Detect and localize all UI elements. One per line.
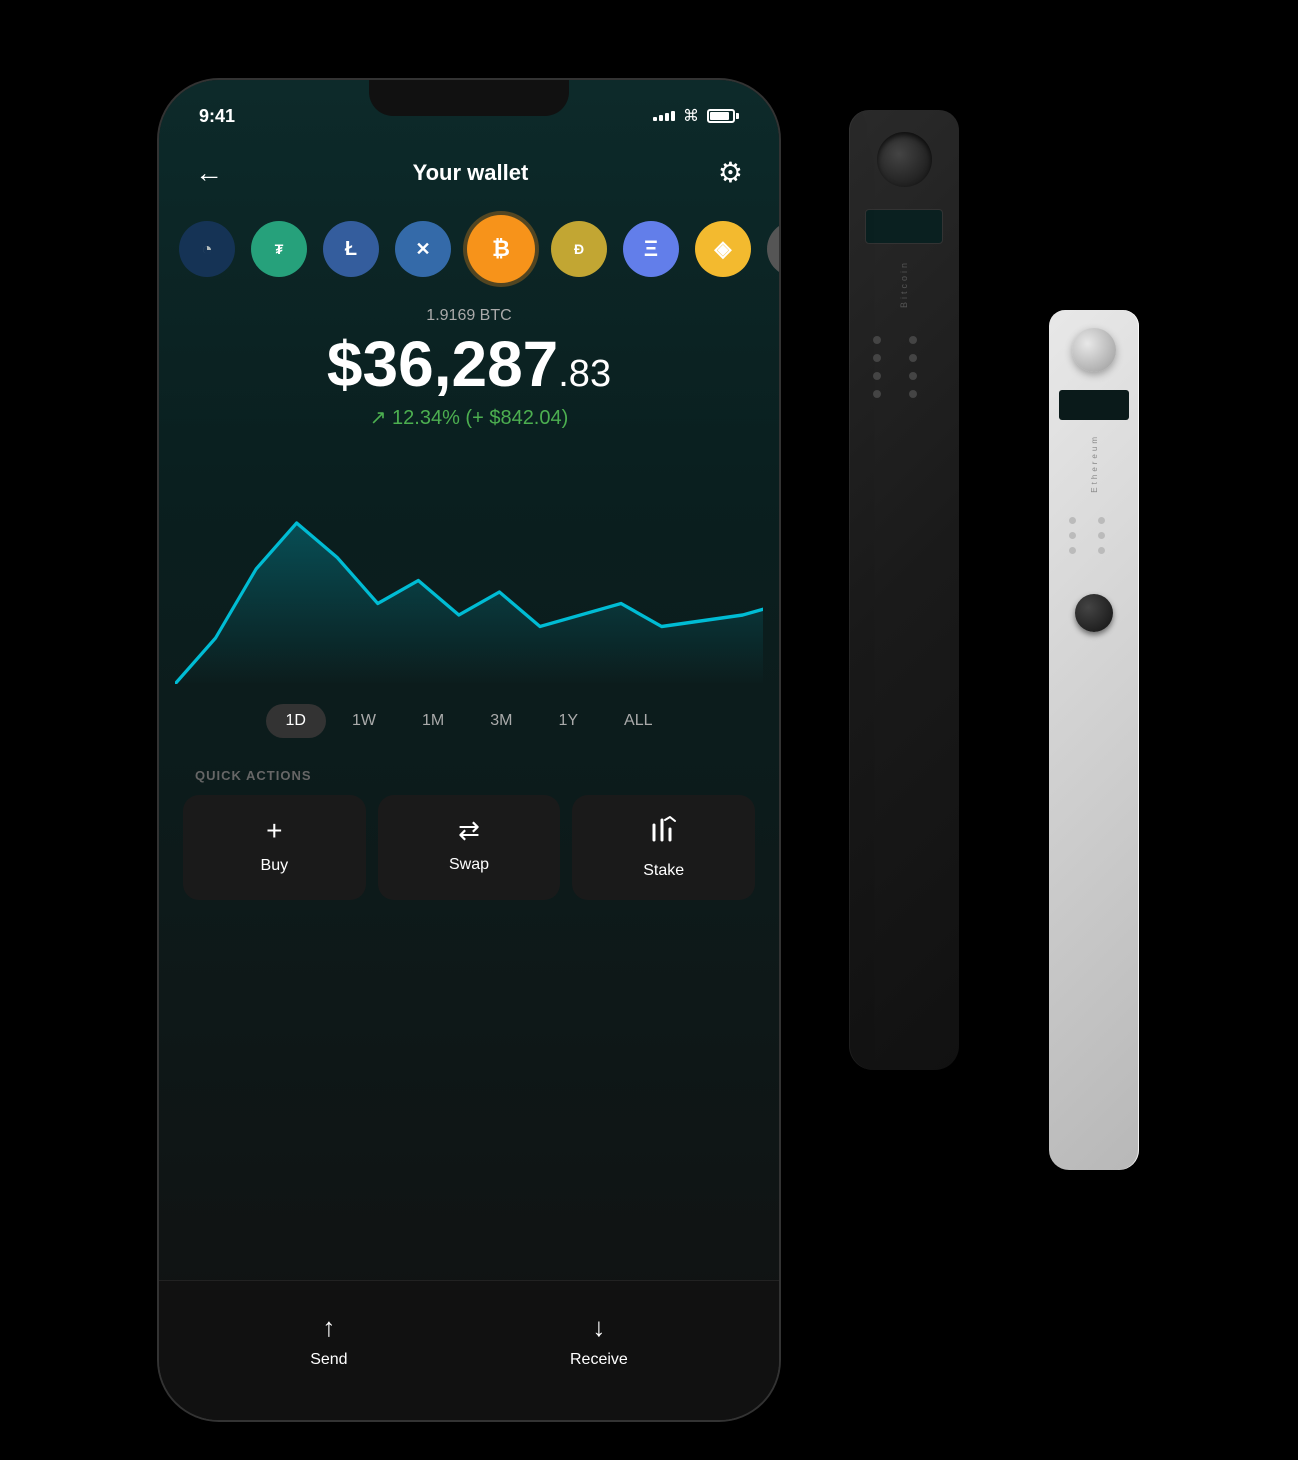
signal-bars-icon — [653, 111, 675, 121]
balance-usd: $36,287.83 — [179, 329, 759, 399]
filter-1m[interactable]: 1M — [402, 704, 464, 738]
coin-bitcoin-selected[interactable]: ₿ — [467, 215, 535, 283]
swap-label: Swap — [449, 856, 489, 874]
coin-dogecoin[interactable]: Ð — [551, 221, 607, 277]
quick-actions-grid: + Buy ⇄ Swap Sta — [159, 795, 779, 900]
filter-all[interactable]: ALL — [604, 704, 672, 738]
filter-1d[interactable]: 1D — [266, 704, 326, 738]
nano-s-bottom-button — [1075, 594, 1113, 632]
nano-s-screen — [1059, 390, 1129, 420]
coin-bnb[interactable]: ◈ — [695, 221, 751, 277]
nano-x-top-button — [877, 132, 932, 187]
stake-icon — [649, 815, 679, 852]
coin-partial-left[interactable]: ◔ — [179, 221, 235, 277]
coin-tether[interactable]: ₮ — [251, 221, 307, 277]
battery-icon — [707, 109, 739, 123]
nano-s-label: Ethereum — [1090, 434, 1099, 493]
status-time: 9:41 — [199, 106, 235, 127]
bottom-bar: ↑ Send ↓ Receive — [159, 1280, 779, 1420]
settings-icon[interactable]: ⚙ — [718, 156, 743, 189]
phone-device: 9:41 ⌘ — [159, 80, 779, 1420]
receive-label: Receive — [570, 1351, 628, 1369]
status-icons: ⌘ — [653, 106, 739, 126]
receive-icon: ↓ — [592, 1312, 605, 1343]
buy-label: Buy — [261, 857, 289, 875]
price-chart — [159, 434, 779, 694]
page-title: Your wallet — [413, 160, 529, 186]
send-icon: ↑ — [322, 1312, 335, 1343]
coin-algo[interactable]: A — [767, 221, 779, 277]
wifi-icon: ⌘ — [683, 106, 699, 126]
time-filters: 1D 1W 1M 3M 1Y ALL — [159, 694, 779, 748]
buy-button[interactable]: + Buy — [183, 795, 366, 900]
screen: 9:41 ⌘ — [159, 80, 779, 1420]
back-button[interactable]: ← — [195, 157, 223, 189]
coin-litecoin[interactable]: Ł — [323, 221, 379, 277]
send-label: Send — [310, 1351, 347, 1369]
buy-icon: + — [266, 815, 282, 847]
nano-x-label: Bitcoin — [899, 260, 909, 308]
ledger-nano-s: Ethereum — [1049, 310, 1139, 1170]
stake-label: Stake — [643, 862, 684, 880]
nano-s-dots — [1049, 507, 1139, 564]
stake-button[interactable]: Stake — [572, 795, 755, 900]
swap-button[interactable]: ⇄ Swap — [378, 795, 561, 900]
coin-xrp[interactable]: ✕ — [395, 221, 451, 277]
ledger-nano-x: Bitcoin — [849, 110, 959, 1070]
nano-x-screen — [865, 209, 943, 244]
swap-icon: ⇄ — [458, 815, 480, 846]
crypto-selector: ◔ ₮ Ł ✕ ₿ Ð Ξ ◈ A — [159, 199, 779, 299]
nano-s-top-button — [1072, 328, 1116, 372]
filter-1w[interactable]: 1W — [332, 704, 396, 738]
balance-section: 1.9169 BTC $36,287.83 ↗ 12.34% (+ $842.0… — [159, 299, 779, 434]
notch — [369, 80, 569, 116]
filter-3m[interactable]: 3M — [470, 704, 532, 738]
coin-ethereum[interactable]: Ξ — [623, 221, 679, 277]
filter-1y[interactable]: 1Y — [538, 704, 598, 738]
receive-button[interactable]: ↓ Receive — [570, 1312, 628, 1369]
btc-amount: 1.9169 BTC — [179, 307, 759, 325]
scene: 9:41 ⌘ — [99, 30, 1199, 1430]
nano-x-dots — [849, 324, 959, 410]
quick-actions-label: QUICK ACTIONS — [159, 748, 779, 795]
nav-bar: ← Your wallet ⚙ — [159, 146, 779, 199]
balance-change: ↗ 12.34% (+ $842.04) — [179, 405, 759, 430]
send-button[interactable]: ↑ Send — [310, 1312, 347, 1369]
